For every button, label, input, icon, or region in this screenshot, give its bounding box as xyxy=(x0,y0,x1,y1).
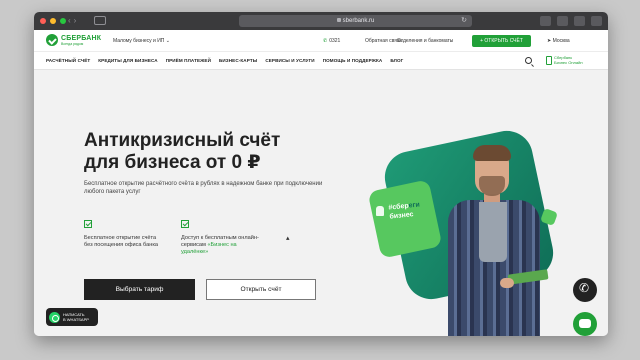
hashtag-part2: еги xyxy=(408,201,421,210)
close-window-button[interactable] xyxy=(40,18,46,24)
nav-arrows: ‹ › xyxy=(68,16,76,25)
tabs-overview-icon[interactable] xyxy=(591,16,602,26)
menu-item-services[interactable]: СЕРВИСЫ И УСЛУГИ xyxy=(265,58,314,63)
menu-item-help[interactable]: ПОМОЩЬ И ПОДДЕРЖКА xyxy=(323,58,383,63)
phone-icon: ✆ xyxy=(323,38,328,44)
segment-selector[interactable]: Малому бизнесу и ИП ⌄ xyxy=(113,38,170,44)
sberbank-logo-icon xyxy=(46,34,58,46)
menu-item-business-cards[interactable]: БИЗНЕС-КАРТЫ xyxy=(219,58,257,63)
business-online-line2: Бизнес Онлайн xyxy=(554,60,583,65)
city-selector[interactable]: ➤ Москва xyxy=(547,38,570,44)
sberbank-logo[interactable]: СБЕРБАНК Всегда рядом xyxy=(46,34,101,46)
business-online-link[interactable]: Сбербанк Бизнес Онлайн xyxy=(546,55,583,65)
minimize-window-button[interactable] xyxy=(50,18,56,24)
open-account-button[interactable]: Открыть счёт xyxy=(206,279,316,300)
login-icon xyxy=(546,55,552,65)
hero-section: Антикризисный счёт для бизнеса от 0 ₽ Бе… xyxy=(34,70,608,336)
hero-person-illustration xyxy=(442,145,549,336)
hero-title-line2: для бизнеса от 0 ₽ xyxy=(84,152,261,173)
menu-item-business-loans[interactable]: КРЕДИТЫ ДЛЯ БИЗНЕСА xyxy=(98,58,157,63)
search-icon[interactable] xyxy=(525,57,532,64)
phone-link[interactable]: ✆ 0321 xyxy=(323,38,340,44)
whatsapp-button[interactable]: НАПИСАТЬ В WHATSAPP xyxy=(46,308,98,326)
lock-icon xyxy=(336,18,341,22)
feature-text: Бесплатное открытие счёта без посещения … xyxy=(84,235,158,248)
logo-name: СБЕРБАНК xyxy=(61,34,102,42)
open-account-header-button[interactable]: + ОТКРЫТЬ СЧЁТ xyxy=(472,35,531,47)
mouse-cursor-icon: ▴ xyxy=(286,235,290,242)
hashtag-badge-text: #сбереги бизнес xyxy=(388,200,421,221)
hero-title: Антикризисный счёт для бизнеса от 0 ₽ xyxy=(84,130,324,174)
share-icon[interactable] xyxy=(557,16,568,26)
phone-number: 0321 xyxy=(329,38,341,44)
choose-tariff-button[interactable]: Выбрать тариф xyxy=(84,279,195,300)
reload-icon[interactable]: ↻ xyxy=(461,15,467,27)
back-icon[interactable]: ‹ xyxy=(68,16,71,25)
logo-tagline: Всегда рядом xyxy=(61,41,84,46)
branches-link[interactable]: Отделения и банкоматы xyxy=(397,38,453,44)
menu-item-blog[interactable]: БЛОГ xyxy=(390,58,403,63)
feature-online-services: Доступ к бесплатным онлайн-сервисам «Биз… xyxy=(181,220,261,256)
window-controls xyxy=(40,18,66,24)
browser-window: ‹ › sberbank.ru ↻ СБЕРБАНК Всегда рядом … xyxy=(34,12,608,336)
download-icon[interactable] xyxy=(540,16,551,26)
sidebar-toggle-icon[interactable] xyxy=(94,16,106,25)
site-header: СБЕРБАНК Всегда рядом Малому бизнесу и И… xyxy=(34,30,608,52)
menu-item-payments[interactable]: ПРИЁМ ПЛАТЕЖЕЙ xyxy=(166,58,211,63)
address-bar[interactable]: sberbank.ru ↻ xyxy=(239,15,472,27)
maximize-window-button[interactable] xyxy=(60,18,66,24)
new-tab-icon[interactable] xyxy=(574,16,585,26)
menu-item-settlement-account[interactable]: РАСЧЁТНЫЙ СЧЁТ xyxy=(46,58,90,63)
whatsapp-icon xyxy=(49,311,60,323)
whatsapp-label-line2: В WHATSAPP xyxy=(63,317,89,322)
forward-icon[interactable]: › xyxy=(74,16,77,25)
feature-free-opening: Бесплатное открытие счёта без посещения … xyxy=(84,220,164,249)
hero-description: Бесплатное открытие расчётного счёта в р… xyxy=(84,181,323,195)
browser-actions xyxy=(540,16,602,26)
address-text: sberbank.ru xyxy=(342,18,375,24)
browser-toolbar: ‹ › sberbank.ru ↻ xyxy=(34,12,608,30)
check-icon xyxy=(84,220,92,228)
city-name: Москва xyxy=(552,38,570,44)
lightbulb-icon xyxy=(376,206,384,216)
check-icon xyxy=(181,220,189,228)
chat-button[interactable] xyxy=(573,312,597,336)
main-menu: РАСЧЁТНЫЙ СЧЁТ КРЕДИТЫ ДЛЯ БИЗНЕСА ПРИЁМ… xyxy=(34,52,608,70)
call-button[interactable] xyxy=(573,278,597,302)
hero-title-line1: Антикризисный счёт xyxy=(84,130,281,151)
